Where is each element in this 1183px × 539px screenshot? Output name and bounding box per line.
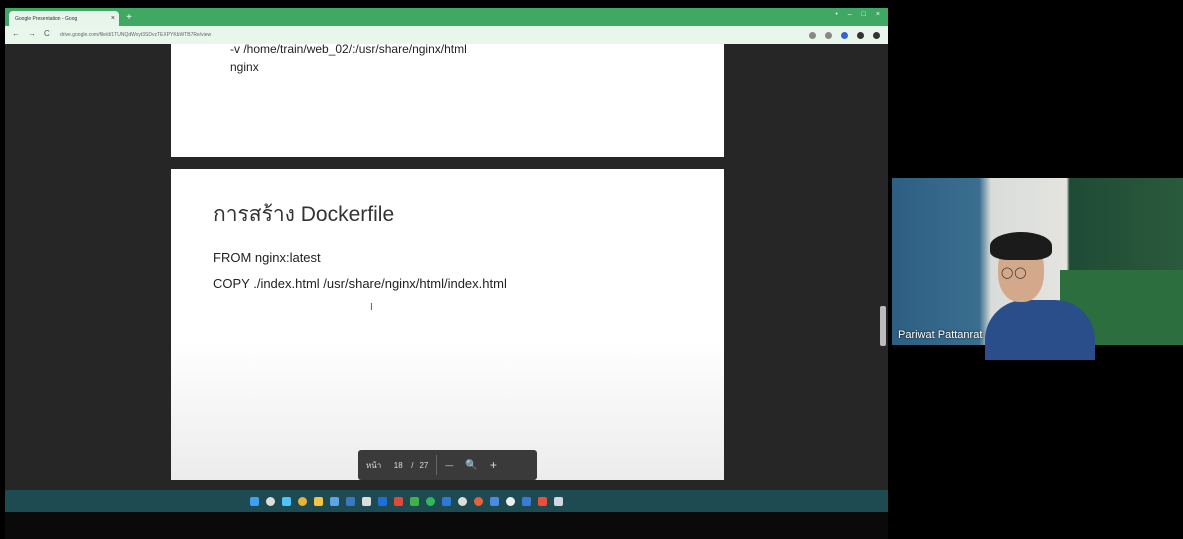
zoom-in-button[interactable]: + bbox=[490, 458, 497, 472]
search-icon[interactable] bbox=[266, 496, 275, 506]
forward-icon[interactable]: → bbox=[28, 29, 36, 38]
browser-tab[interactable]: Google Presentation - Goog × bbox=[9, 11, 119, 26]
app-icon[interactable] bbox=[474, 496, 483, 506]
app-icon[interactable] bbox=[522, 496, 531, 506]
text-cursor-icon: I bbox=[370, 302, 373, 313]
page-separator: / bbox=[411, 460, 414, 470]
zoom-out-button[interactable]: — bbox=[445, 461, 453, 470]
app-icon[interactable] bbox=[490, 496, 499, 506]
chrome-icon[interactable] bbox=[298, 496, 307, 506]
profile-icon[interactable] bbox=[841, 31, 848, 39]
participant-name: Pariwat Pattanrat bbox=[898, 329, 983, 341]
tab-close-icon[interactable]: × bbox=[111, 15, 115, 22]
app-icon[interactable] bbox=[330, 496, 339, 506]
glasses-icon: ◯◯ bbox=[1001, 267, 1028, 279]
page-number-input[interactable]: 18 bbox=[389, 461, 407, 470]
app-icon[interactable] bbox=[362, 496, 371, 506]
participant-hair bbox=[990, 232, 1052, 260]
window-controls: • – □ × bbox=[810, 11, 880, 23]
reload-icon[interactable]: C bbox=[44, 29, 50, 38]
app-icon[interactable] bbox=[554, 496, 563, 506]
app-icon[interactable] bbox=[442, 496, 451, 506]
scrollbar[interactable] bbox=[880, 306, 886, 346]
window-control-icon[interactable]: • bbox=[835, 11, 837, 23]
app-icon[interactable] bbox=[426, 496, 435, 506]
divider bbox=[436, 455, 438, 475]
app-icon[interactable] bbox=[538, 496, 547, 506]
slide-code-line: COPY ./index.html /usr/share/nginx/html/… bbox=[213, 276, 507, 291]
app-icon[interactable] bbox=[282, 496, 291, 506]
nav-buttons: ← → C bbox=[12, 29, 50, 38]
taskbar-icons bbox=[250, 493, 563, 509]
app-icon[interactable] bbox=[506, 496, 515, 506]
files-icon[interactable] bbox=[314, 496, 323, 506]
participant-shirt bbox=[985, 300, 1095, 360]
new-tab-icon[interactable]: + bbox=[123, 12, 135, 24]
page-label: หน้า bbox=[366, 460, 382, 470]
app-icon[interactable] bbox=[378, 496, 387, 506]
extension-icon[interactable] bbox=[857, 31, 864, 39]
menu-icon[interactable] bbox=[873, 31, 880, 39]
maximize-icon[interactable]: □ bbox=[862, 11, 866, 23]
back-icon[interactable]: ← bbox=[12, 29, 20, 38]
app-icon[interactable] bbox=[346, 496, 355, 506]
page-total: 27 bbox=[419, 460, 429, 470]
tab-title: Google Presentation - Goog bbox=[15, 15, 78, 22]
zoom-icon[interactable]: 🔍 bbox=[465, 460, 477, 471]
bottom-bar bbox=[5, 512, 888, 539]
slide-previous-text: -v /home/train/web_02/:/usr/share/nginx/… bbox=[230, 42, 467, 74]
minimize-icon[interactable]: – bbox=[848, 11, 852, 23]
windows-icon[interactable] bbox=[250, 496, 259, 506]
slide-title: การสร้าง Dockerfile bbox=[213, 203, 395, 226]
app-icon[interactable] bbox=[394, 496, 403, 506]
browser-tab-strip bbox=[5, 8, 888, 26]
close-window-icon[interactable]: × bbox=[876, 11, 880, 23]
page-navigator: หน้า 18 / 27 — 🔍 + bbox=[358, 450, 537, 480]
extension-icon[interactable] bbox=[809, 31, 816, 39]
app-icon[interactable] bbox=[410, 496, 419, 506]
app-icon[interactable] bbox=[458, 496, 467, 506]
toolbar-extensions bbox=[780, 29, 880, 41]
slide-code-line: FROM nginx:latest bbox=[213, 250, 321, 265]
extension-icon[interactable] bbox=[825, 31, 832, 39]
